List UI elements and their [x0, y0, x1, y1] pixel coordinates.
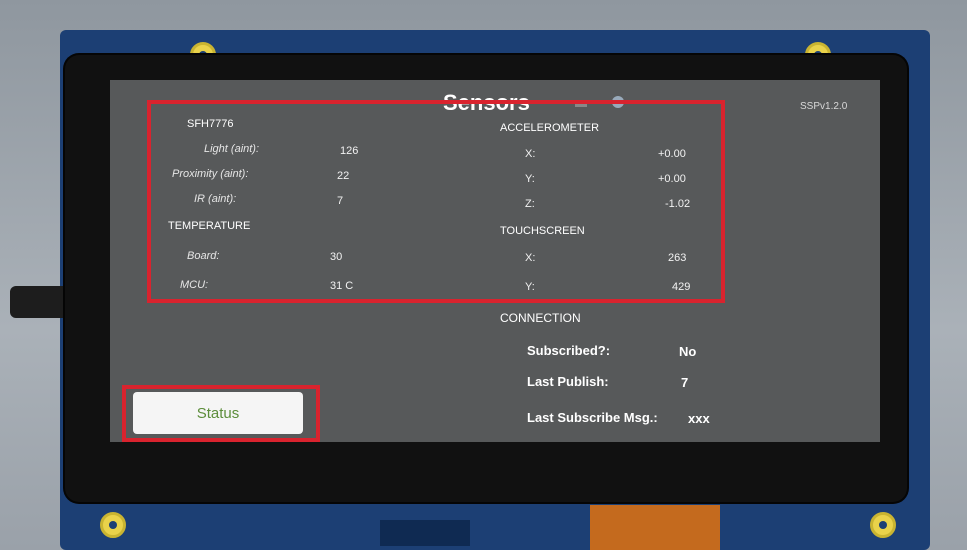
version-label: SSPv1.2.0 [800, 101, 848, 112]
subscribed-label: Subscribed?: [527, 343, 611, 358]
pcb-component [380, 520, 470, 546]
subscribed-value: No [679, 344, 697, 359]
last-publish-label: Last Publish: [527, 374, 609, 389]
sensor-highlight-box [147, 100, 725, 303]
last-publish-value: 7 [681, 375, 689, 390]
status-highlight-box [122, 385, 320, 442]
mounting-hole-icon [100, 512, 126, 538]
mounting-hole-icon [870, 512, 896, 538]
last-subscribe-value: xxx [688, 411, 710, 426]
ribbon-connector [590, 505, 720, 550]
last-subscribe-label: Last Subscribe Msg.: [527, 410, 658, 425]
connection-header: CONNECTION [500, 311, 581, 325]
